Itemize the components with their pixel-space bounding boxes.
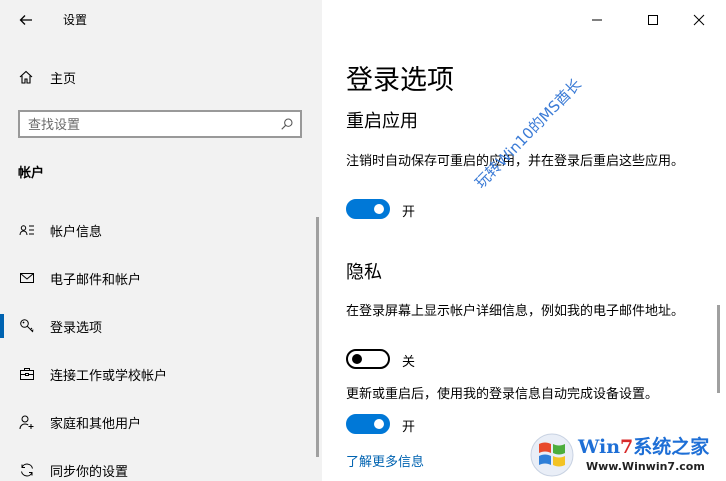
site-logo: Win7系统之家 Www.Winwin7.com xyxy=(528,430,724,480)
page-title: 登录选项 xyxy=(346,65,454,96)
sidebar-home[interactable]: 主页 xyxy=(18,66,76,88)
restart-apps-toggle-state: 开 xyxy=(402,205,416,220)
maximize-button[interactable] xyxy=(633,6,673,34)
maximize-icon xyxy=(648,15,658,25)
close-button[interactable] xyxy=(679,6,719,34)
sidebar-item-sync[interactable]: 同步你的设置 xyxy=(0,446,322,481)
sidebar-item-sign-in[interactable]: 登录选项 xyxy=(0,302,322,350)
sidebar: 设置 主页 帐户 xyxy=(0,0,322,481)
sidebar-item-label: 帐户信息 xyxy=(50,224,103,240)
search-box[interactable] xyxy=(18,110,302,138)
auto-finish-description: 更新或重启后，使用我的登录信息自动完成设备设置。 xyxy=(346,387,659,402)
person-card-icon xyxy=(18,221,36,239)
learn-more-link[interactable]: 了解更多信息 xyxy=(346,451,424,470)
arrow-left-icon xyxy=(19,15,32,25)
auto-finish-toggle-state: 开 xyxy=(402,420,416,435)
toggle-knob xyxy=(374,204,384,214)
sidebar-scrollbar[interactable] xyxy=(316,217,319,457)
windows-flag-icon xyxy=(530,433,574,477)
close-icon xyxy=(693,14,705,26)
sidebar-item-label: 电子邮件和帐户 xyxy=(50,272,142,288)
toggle-knob xyxy=(352,354,362,364)
sidebar-item-label: 登录选项 xyxy=(50,320,103,336)
content-scrollbar[interactable] xyxy=(717,305,720,393)
window-title: 设置 xyxy=(63,13,88,27)
minimize-icon xyxy=(592,19,602,21)
sidebar-item-family[interactable]: 家庭和其他用户 xyxy=(0,398,322,446)
privacy-heading: 隐私 xyxy=(346,262,382,283)
sidebar-item-account-info[interactable]: 帐户信息 xyxy=(0,206,322,254)
logo-brand: Win7系统之家 xyxy=(578,436,710,458)
minimize-button[interactable] xyxy=(577,6,617,34)
home-icon xyxy=(19,70,33,84)
show-details-description: 在登录屏幕上显示帐户详细信息，例如我的电子邮件地址。 xyxy=(346,304,685,319)
sync-icon xyxy=(18,461,36,479)
search-input[interactable] xyxy=(28,116,273,134)
mail-icon xyxy=(18,269,36,287)
sidebar-item-work-school[interactable]: 连接工作或学校帐户 xyxy=(0,350,322,398)
restart-apps-heading: 重启应用 xyxy=(346,111,418,132)
sidebar-item-email[interactable]: 电子邮件和帐户 xyxy=(0,254,322,302)
logo-url: Www.Winwin7.com xyxy=(586,460,705,473)
sidebar-home-label: 主页 xyxy=(50,71,77,87)
key-icon xyxy=(18,317,36,335)
show-details-toggle-state: 关 xyxy=(402,355,416,370)
sidebar-item-label: 家庭和其他用户 xyxy=(50,416,142,432)
back-button[interactable] xyxy=(14,8,38,32)
show-details-toggle[interactable] xyxy=(346,349,390,369)
search-icon[interactable] xyxy=(280,117,294,131)
briefcase-icon xyxy=(18,365,36,383)
main-content: 登录选项 重启应用 注销时自动保存可重启的应用，并在登录后重启这些应用。 开 隐… xyxy=(322,0,726,481)
toggle-knob xyxy=(374,419,384,429)
settings-window: 设置 主页 帐户 xyxy=(0,0,726,481)
sidebar-item-label: 同步你的设置 xyxy=(50,464,129,480)
sidebar-item-label: 连接工作或学校帐户 xyxy=(50,368,168,384)
section-header: 帐户 xyxy=(18,166,45,181)
sidebar-nav: 帐户信息 电子邮件和帐户 登录选项 连接工作或学校帐户 家庭和其他用户 同步你的… xyxy=(0,206,322,481)
restart-apps-toggle[interactable] xyxy=(346,199,390,219)
auto-finish-toggle[interactable] xyxy=(346,414,390,434)
person-add-icon xyxy=(18,413,36,431)
